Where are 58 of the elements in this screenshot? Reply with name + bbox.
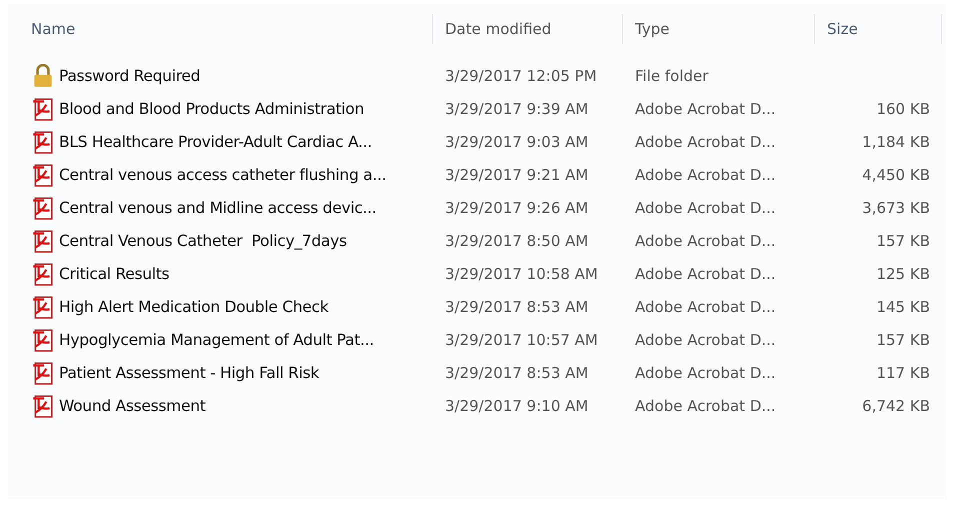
- date-modified: 3/29/2017 9:10 AM: [444, 396, 590, 414]
- file-name[interactable]: High Alert Medication Double Check: [59, 298, 328, 316]
- file-name[interactable]: Patient Assessment - High Fall Risk: [59, 364, 320, 382]
- file-name[interactable]: Hypoglycemia Management of Adult Pat...: [59, 330, 374, 348]
- file-size: 4,450 KB: [862, 166, 931, 184]
- file-size: 145 KB: [876, 298, 931, 316]
- file-type: Adobe Acrobat D...: [634, 166, 777, 184]
- file-name[interactable]: Critical Results: [59, 264, 170, 282]
- file-name[interactable]: Wound Assessment: [59, 396, 206, 414]
- pdf-file-icon: [32, 394, 54, 418]
- padlock-icon: [32, 64, 54, 88]
- date-modified: 3/29/2017 8:53 AM: [444, 298, 590, 316]
- file-size: 1,184 KB: [862, 132, 931, 150]
- pdf-file-icon: [32, 162, 54, 186]
- pdf-file-icon: [32, 196, 54, 220]
- file-type: Adobe Acrobat D...: [634, 232, 777, 250]
- file-size: 117 KB: [876, 364, 931, 382]
- file-size: 160 KB: [876, 100, 931, 118]
- file-type: Adobe Acrobat D...: [634, 100, 777, 118]
- file-size: 157 KB: [876, 330, 931, 348]
- file-type: Adobe Acrobat D...: [634, 198, 777, 216]
- pdf-file-icon: [32, 360, 54, 384]
- file-type: Adobe Acrobat D...: [634, 396, 777, 414]
- pdf-file-icon: [32, 228, 54, 252]
- column-header[interactable]: Name: [8, 14, 433, 44]
- pdf-file-icon: [32, 294, 54, 318]
- file-name[interactable]: Password Required: [59, 66, 200, 84]
- file-name[interactable]: Central venous and Midline access devic...: [59, 198, 376, 216]
- file-type: Adobe Acrobat D...: [634, 132, 777, 150]
- date-modified: 3/29/2017 10:57 AM: [444, 330, 599, 348]
- file-type: File folder: [634, 66, 710, 84]
- pdf-file-icon: [32, 328, 54, 352]
- date-modified: 3/29/2017 10:58 AM: [444, 264, 599, 282]
- file-name[interactable]: Blood and Blood Products Administration: [59, 100, 364, 118]
- file-type: Adobe Acrobat D...: [634, 264, 777, 282]
- date-modified: 3/29/2017 9:26 AM: [444, 198, 590, 216]
- pdf-file-icon: [32, 130, 54, 154]
- column-header[interactable]: Type: [623, 14, 815, 44]
- pdf-file-icon: [32, 262, 54, 286]
- file-type: Adobe Acrobat D...: [634, 330, 777, 348]
- column-header[interactable]: Date modified: [433, 14, 623, 44]
- file-name[interactable]: BLS Healthcare Provider-Adult Cardiac A...: [59, 132, 372, 150]
- file-size: 3,673 KB: [862, 198, 931, 216]
- pdf-file-icon: [32, 96, 54, 120]
- file-size: 125 KB: [876, 264, 931, 282]
- file-size: 157 KB: [876, 232, 931, 250]
- date-modified: 3/29/2017 12:05 PM: [444, 66, 598, 84]
- column-header[interactable]: Size: [815, 14, 942, 44]
- file-size: 6,742 KB: [862, 396, 931, 414]
- file-name[interactable]: Central Venous Catheter Policy_7days: [59, 232, 347, 250]
- file-type: Adobe Acrobat D...: [634, 298, 777, 316]
- date-modified: 3/29/2017 8:50 AM: [444, 232, 590, 250]
- file-name[interactable]: Central venous access catheter flushing a...: [59, 166, 386, 184]
- date-modified: 3/29/2017 8:53 AM: [444, 364, 590, 382]
- file-type: Adobe Acrobat D...: [634, 364, 777, 382]
- date-modified: 3/29/2017 9:03 AM: [444, 132, 590, 150]
- date-modified: 3/29/2017 9:39 AM: [444, 100, 590, 118]
- date-modified: 3/29/2017 9:21 AM: [444, 166, 590, 184]
